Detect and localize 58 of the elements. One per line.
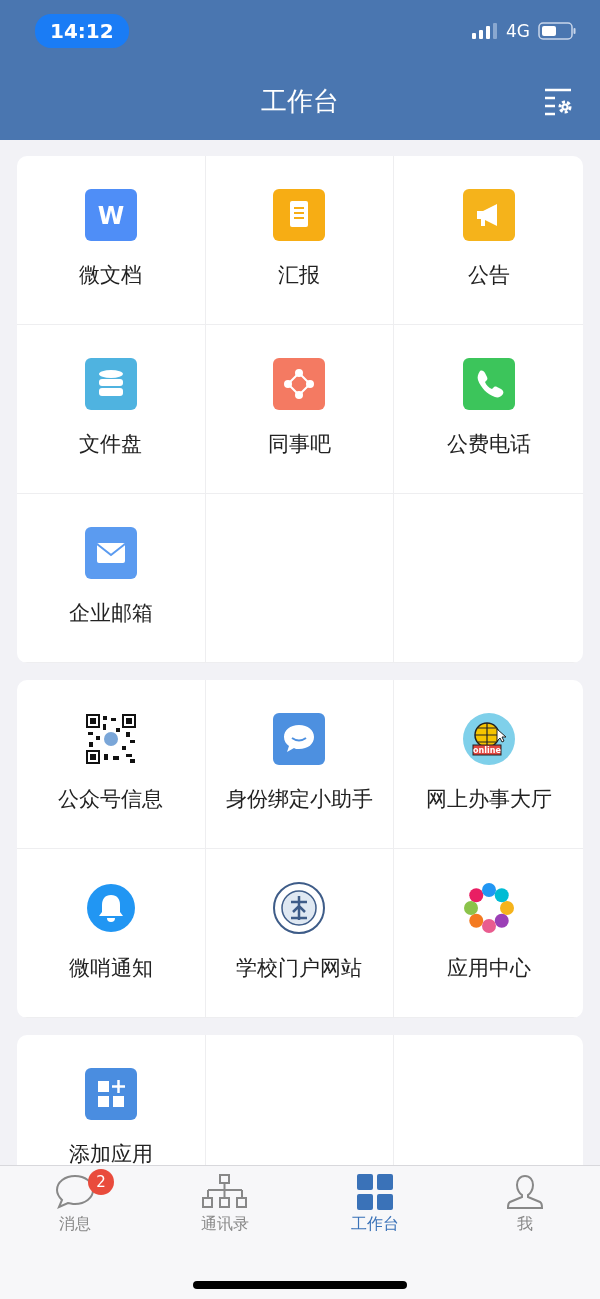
app-tile[interactable]: 汇报 xyxy=(205,156,395,325)
unread-badge: 2 xyxy=(88,1169,114,1195)
app-tile[interactable]: online 网上办事大厅 xyxy=(394,680,583,849)
app-tile[interactable]: 公费电话 xyxy=(394,325,583,494)
app-tile[interactable]: 微哨通知 xyxy=(17,849,206,1018)
network-nodes-icon xyxy=(273,358,326,410)
list-settings-icon[interactable] xyxy=(544,88,574,116)
app-label: 添加应用 xyxy=(68,1141,153,1165)
app-tile[interactable]: 企业邮箱 xyxy=(17,494,206,663)
app-tile[interactable]: 文件盘 xyxy=(17,325,206,494)
tab-label: 通讯录 xyxy=(201,1214,249,1235)
tab-label: 消息 xyxy=(59,1214,91,1235)
app-label: 微哨通知 xyxy=(68,955,153,982)
page-title: 工作台 xyxy=(261,84,339,118)
school-seal-icon xyxy=(273,882,326,934)
tab[interactable]: 消息 2 xyxy=(0,1166,150,1248)
database-icon xyxy=(84,358,137,410)
chat-bubble-icon xyxy=(55,1174,95,1210)
app-label: 汇报 xyxy=(278,262,321,289)
status-time: 14:12 xyxy=(35,14,129,48)
app-label: 文件盘 xyxy=(79,431,143,458)
bell-icon xyxy=(86,884,135,932)
globe-online-icon: online xyxy=(462,713,515,765)
app-label: 企业邮箱 xyxy=(68,600,153,627)
tab[interactable]: 工作台 xyxy=(300,1166,450,1248)
app-label: 微文档 xyxy=(79,262,143,289)
app-label: 身份绑定小助手 xyxy=(226,786,373,813)
app-tile[interactable]: 应用中心 xyxy=(394,849,583,1018)
app-tile[interactable]: 身份绑定小助手 xyxy=(205,680,395,849)
app-label: 应用中心 xyxy=(446,955,531,982)
app-label: 公费电话 xyxy=(446,431,531,458)
document-app-icon: W xyxy=(84,189,137,241)
qr-code-icon xyxy=(85,714,136,764)
phone-icon xyxy=(462,358,515,410)
app-label: 同事吧 xyxy=(268,431,331,458)
battery-icon xyxy=(538,22,576,40)
network-type: 4G xyxy=(506,21,530,41)
app-label: 公众号信息 xyxy=(58,786,164,813)
tab-label: 工作台 xyxy=(351,1214,399,1235)
app-tile[interactable]: 公众号信息 xyxy=(17,680,206,849)
chat-bubble-icon xyxy=(273,713,326,765)
colorful-dots-icon xyxy=(462,882,515,934)
envelope-icon xyxy=(84,527,137,579)
app-label: 学校门户网站 xyxy=(236,955,363,982)
megaphone-icon xyxy=(462,189,515,241)
app-tile[interactable]: W 微文档 xyxy=(17,156,206,325)
grid-icon xyxy=(357,1174,393,1210)
signal-icon xyxy=(472,23,498,39)
org-chart-icon xyxy=(202,1174,248,1210)
add-app-icon xyxy=(84,1068,137,1120)
app-tile[interactable]: 公告 xyxy=(394,156,583,325)
app-tile[interactable]: 学校门户网站 xyxy=(205,849,395,1018)
tab-label: 我 xyxy=(517,1214,533,1235)
app-label: 公告 xyxy=(467,262,510,289)
app-tile[interactable]: 同事吧 xyxy=(205,325,395,494)
app-label: 网上办事大厅 xyxy=(425,786,552,813)
person-icon xyxy=(506,1174,544,1210)
report-icon xyxy=(273,189,326,241)
